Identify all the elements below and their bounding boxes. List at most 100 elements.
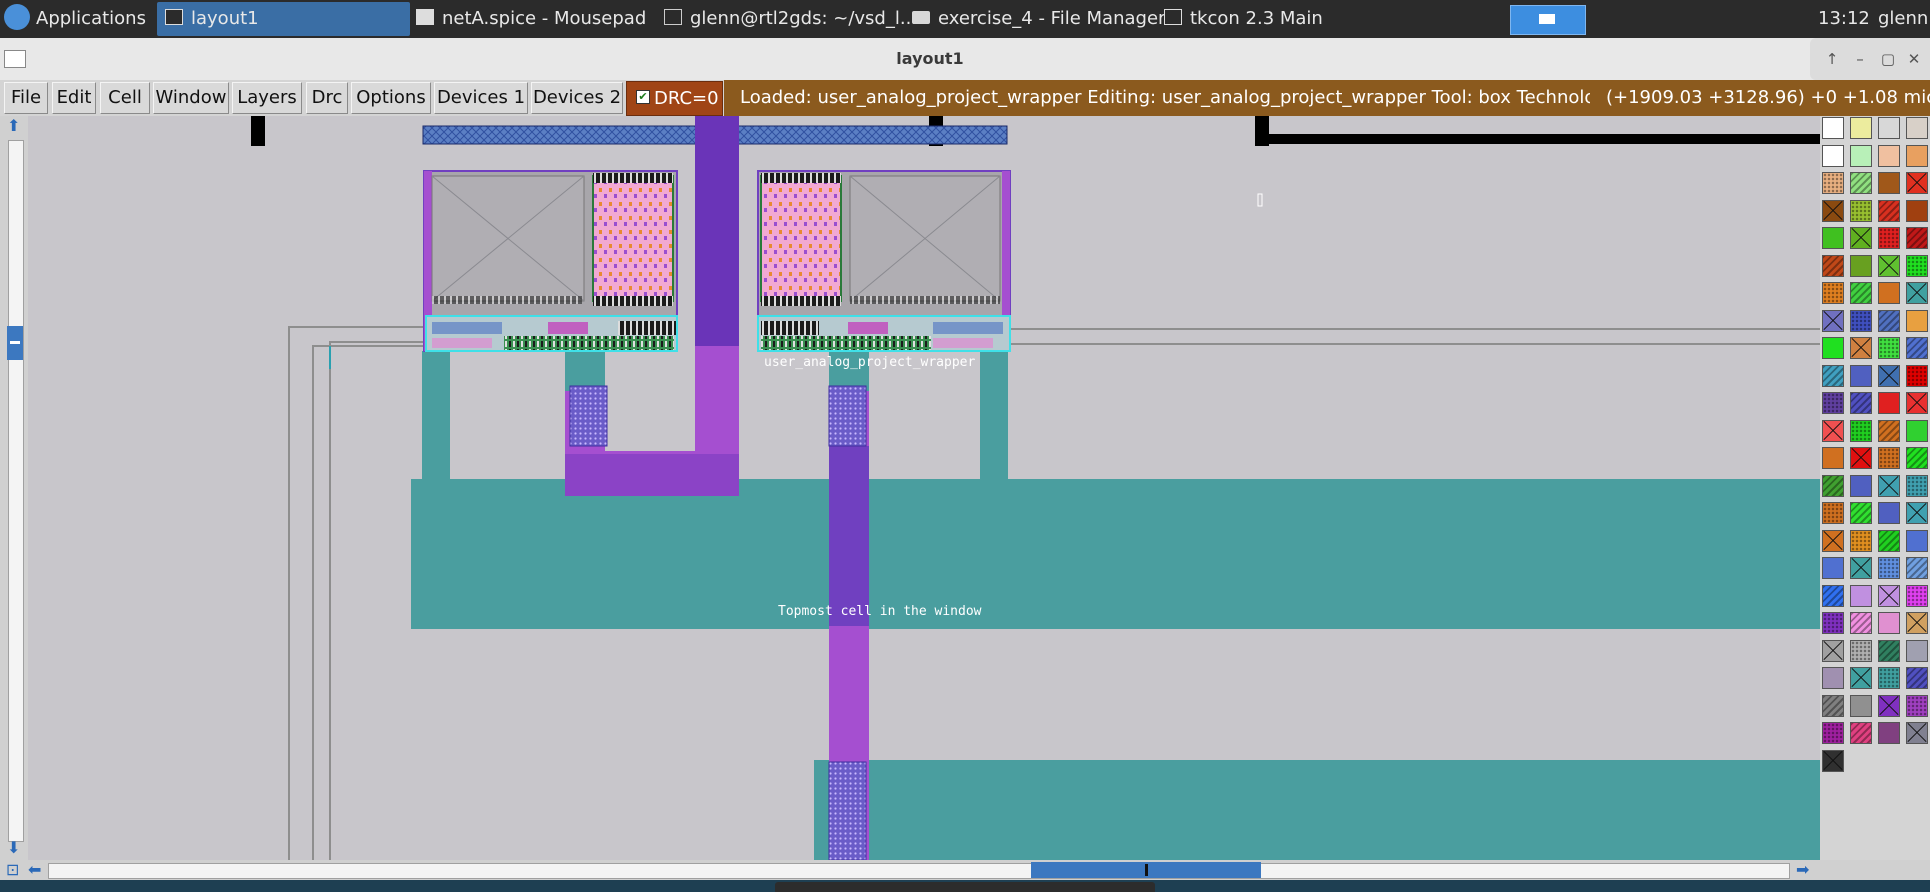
layer-swatch[interactable] (1906, 694, 1928, 717)
layer-swatch[interactable] (1822, 172, 1844, 194)
layer-swatch[interactable] (1878, 447, 1900, 469)
layer-swatch[interactable] (1906, 144, 1928, 167)
layer-swatch[interactable] (1878, 639, 1900, 662)
menu-layers[interactable]: Layers (232, 82, 302, 114)
menu-options[interactable]: Options (351, 82, 431, 114)
horizontal-scroll-thumb[interactable] (1031, 862, 1261, 878)
layer-swatch[interactable] (1850, 474, 1872, 497)
scroll-down-icon[interactable]: ⬇ (7, 840, 20, 856)
vertical-scroll-track[interactable] (8, 140, 24, 842)
layer-swatch[interactable] (1822, 227, 1844, 249)
taskbar-item-file-manager[interactable]: exercise_4 - File Manager (904, 2, 1165, 36)
drc-toggle[interactable]: ✔ DRC=0 (626, 81, 723, 116)
layer-swatch[interactable] (1822, 309, 1844, 332)
layer-swatch[interactable] (1906, 722, 1928, 744)
layer-swatch[interactable] (1850, 722, 1872, 744)
layer-swatch[interactable] (1906, 447, 1928, 469)
menu-drc[interactable]: Drc (306, 82, 348, 114)
layer-swatch[interactable] (1850, 227, 1872, 249)
layer-swatch[interactable] (1822, 419, 1844, 442)
layer-swatch[interactable] (1906, 639, 1928, 662)
layer-swatch[interactable] (1822, 749, 1844, 772)
layer-swatch[interactable] (1906, 309, 1928, 332)
layer-swatch[interactable] (1822, 117, 1844, 139)
layer-swatch[interactable] (1878, 392, 1900, 414)
layer-swatch[interactable] (1850, 254, 1872, 277)
layer-swatch[interactable] (1850, 117, 1872, 139)
layer-swatch[interactable] (1906, 419, 1928, 442)
layer-swatch[interactable] (1822, 557, 1844, 579)
scroll-up-icon[interactable]: ⬆ (7, 118, 20, 134)
layer-swatch[interactable] (1878, 557, 1900, 579)
layer-swatch[interactable] (1878, 474, 1900, 497)
clock[interactable]: 13:12 (1818, 2, 1870, 36)
layer-swatch[interactable] (1822, 529, 1844, 552)
layer-swatch[interactable] (1850, 612, 1872, 634)
horizontal-scroll-track[interactable] (48, 863, 1790, 879)
scroll-right-icon[interactable]: ➡ (1796, 862, 1809, 878)
layer-swatch[interactable] (1906, 529, 1928, 552)
layer-swatch[interactable] (1878, 199, 1900, 222)
layer-swatch[interactable] (1822, 144, 1844, 167)
taskbar-item-mousepad[interactable]: netA.spice - Mousepad (408, 2, 646, 36)
layer-swatch[interactable] (1906, 667, 1928, 689)
layer-swatch[interactable] (1878, 667, 1900, 689)
menu-devices-2[interactable]: Devices 2 (531, 82, 623, 114)
layer-swatch[interactable] (1906, 502, 1928, 524)
workspace-switcher[interactable] (1510, 5, 1586, 35)
layer-swatch[interactable] (1822, 364, 1844, 387)
layer-swatch[interactable] (1906, 474, 1928, 497)
layer-swatch[interactable] (1822, 639, 1844, 662)
layer-swatch[interactable] (1878, 282, 1900, 304)
cell-instance-right[interactable] (757, 170, 1011, 352)
layer-swatch[interactable] (1850, 144, 1872, 167)
layer-swatch[interactable] (1906, 557, 1928, 579)
taskbar-item-tkcon[interactable]: tkcon 2.3 Main (1156, 2, 1323, 36)
layer-swatch[interactable] (1878, 364, 1900, 387)
layer-swatch[interactable] (1822, 199, 1844, 222)
layer-swatch[interactable] (1850, 694, 1872, 717)
layer-swatch[interactable] (1906, 364, 1928, 387)
layer-swatch[interactable] (1822, 612, 1844, 634)
layer-swatch[interactable] (1822, 584, 1844, 607)
layer-swatch[interactable] (1878, 309, 1900, 332)
layer-swatch[interactable] (1906, 337, 1928, 359)
layer-swatch[interactable] (1850, 172, 1872, 194)
vertical-scrollbar[interactable]: ⬆ ⬇ (0, 116, 28, 860)
menu-cell[interactable]: Cell (100, 82, 150, 114)
layer-swatch[interactable] (1878, 144, 1900, 167)
layer-swatch[interactable] (1850, 282, 1872, 304)
layer-swatch[interactable] (1906, 254, 1928, 277)
layer-swatch[interactable] (1906, 117, 1928, 139)
layer-swatch[interactable] (1850, 639, 1872, 662)
menu-edit[interactable]: Edit (52, 82, 96, 114)
layout-drawing[interactable] (28, 116, 1820, 860)
layer-swatch[interactable] (1850, 584, 1872, 607)
layer-swatch[interactable] (1822, 254, 1844, 277)
layer-swatch[interactable] (1906, 282, 1928, 304)
layer-swatch[interactable] (1850, 419, 1872, 442)
layer-swatch[interactable] (1822, 337, 1844, 359)
layer-swatch[interactable] (1850, 364, 1872, 387)
layer-swatch[interactable] (1878, 502, 1900, 524)
layer-swatch[interactable] (1822, 447, 1844, 469)
layer-swatch[interactable] (1822, 474, 1844, 497)
taskbar-item-layout1[interactable]: layout1 (157, 2, 410, 36)
layer-swatch[interactable] (1878, 117, 1900, 139)
layer-swatch[interactable] (1850, 337, 1872, 359)
layer-swatch[interactable] (1878, 529, 1900, 552)
layer-swatch[interactable] (1906, 199, 1928, 222)
layer-swatch[interactable] (1906, 392, 1928, 414)
layer-swatch[interactable] (1906, 584, 1928, 607)
shade-button[interactable]: ↑ (1822, 49, 1842, 69)
menu-file[interactable]: File (4, 82, 48, 114)
menu-window[interactable]: Window (153, 82, 229, 114)
layer-swatch[interactable] (1878, 419, 1900, 442)
layer-swatch[interactable] (1850, 557, 1872, 579)
layer-swatch[interactable] (1878, 612, 1900, 634)
layer-swatch[interactable] (1850, 502, 1872, 524)
layer-swatch[interactable] (1850, 447, 1872, 469)
scroll-left-icon[interactable]: ⬅ (28, 862, 41, 878)
layer-swatch[interactable] (1878, 172, 1900, 194)
taskbar-item-terminal[interactable]: glenn@rtl2gds: ~/vsd_l... (656, 2, 917, 36)
